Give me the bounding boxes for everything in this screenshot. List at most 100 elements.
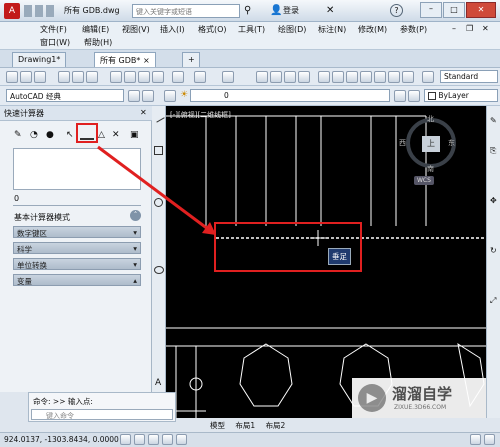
lightbulb-icon[interactable]: ☀ [180, 90, 188, 100]
menu-format[interactable]: 格式(O) [198, 24, 227, 35]
menu-modify[interactable]: 修改(M) [358, 24, 387, 35]
doc-minimize-icon[interactable]: – [452, 24, 456, 33]
layer-manager-icon[interactable] [164, 90, 176, 102]
distance-icon[interactable]: ↖ [66, 130, 74, 140]
preview-icon[interactable] [72, 71, 84, 83]
text-icon[interactable]: A [155, 378, 161, 388]
help-icon[interactable]: ? [390, 4, 403, 17]
compass-west[interactable]: 西 [399, 138, 406, 148]
tab-gdb[interactable]: 所有 GDB* × [94, 52, 156, 67]
menu-help[interactable]: 帮助(H) [84, 37, 112, 48]
menu-file[interactable]: 文件(F) [40, 24, 67, 35]
properties-icon[interactable] [318, 71, 330, 83]
layer-select[interactable]: 0 [190, 89, 390, 102]
menu-window[interactable]: 窗口(W) [40, 37, 70, 48]
snap-icon[interactable] [120, 434, 131, 445]
paint-icon[interactable] [172, 71, 184, 83]
circle-icon[interactable] [154, 198, 163, 207]
polar-icon[interactable] [162, 434, 173, 445]
menu-dimension[interactable]: 标注(N) [318, 24, 346, 35]
doc-close-icon[interactable]: ✕ [482, 24, 489, 33]
login-label[interactable]: 登录 [283, 5, 299, 16]
tab-layout2[interactable]: 布局2 [266, 421, 286, 430]
drawing-canvas[interactable]: [-][俯视][二维线框] 垂足 上 北 南 东 西 WCS ▶ 溜溜自学 ZI… [166, 106, 486, 418]
wcs-button[interactable]: WCS [414, 176, 434, 185]
scale-icon[interactable]: ⤢ [490, 296, 496, 306]
grid-icon[interactable] [134, 434, 145, 445]
redo-icon[interactable] [222, 71, 234, 83]
cut-icon[interactable] [110, 71, 122, 83]
open-icon[interactable] [20, 71, 32, 83]
minimize-button[interactable]: – [420, 2, 442, 18]
tool-palette-icon[interactable] [346, 71, 358, 83]
compass-north[interactable]: 北 [427, 114, 434, 124]
viewcube-face[interactable]: 上 [422, 136, 440, 152]
command-input[interactable]: 键入命令 [31, 409, 173, 420]
exchange-icon[interactable]: ✕ [326, 5, 334, 16]
move-icon[interactable]: ✥ [490, 196, 497, 205]
clean-screen-icon[interactable] [484, 434, 495, 445]
calculator-icon[interactable] [388, 71, 400, 83]
text-style-icon[interactable] [422, 71, 434, 83]
clear-icon[interactable]: ✎ [14, 130, 22, 140]
workspace-switch-icon[interactable] [470, 434, 481, 445]
new-icon[interactable] [6, 71, 18, 83]
menu-insert[interactable]: 插入(I) [160, 24, 185, 35]
rectangle-icon[interactable] [154, 146, 163, 155]
new-tab-button[interactable]: + [182, 52, 200, 67]
osnap-icon[interactable] [176, 434, 187, 445]
close-button[interactable]: ✕ [466, 2, 496, 18]
doc-restore-icon[interactable]: ❐ [466, 24, 473, 33]
undo-icon[interactable] [194, 71, 206, 83]
compass-east[interactable]: 东 [448, 138, 455, 148]
match-icon[interactable] [152, 71, 164, 83]
section-variables[interactable]: 变量 ▴ [13, 274, 141, 286]
pan-icon[interactable] [256, 71, 268, 83]
quick-access-icons[interactable] [24, 5, 56, 17]
autocad-logo-icon[interactable]: A [4, 3, 20, 19]
rotate-icon[interactable]: ↻ [490, 246, 497, 255]
zoom-prev-icon[interactable] [298, 71, 310, 83]
style-select[interactable]: Standard [440, 70, 498, 83]
palette-close-icon[interactable]: ✕ [140, 108, 147, 117]
tab-drawing1[interactable]: Drawing1* [12, 52, 67, 67]
print-icon[interactable] [58, 71, 70, 83]
section-units[interactable]: 单位转换 ▾ [13, 258, 141, 270]
zoom-icon[interactable] [270, 71, 282, 83]
line-icon[interactable] [152, 110, 165, 123]
collapse-icon[interactable]: ˄ [130, 210, 141, 221]
layer-previous-icon[interactable] [408, 90, 420, 102]
sheet-set-icon[interactable] [360, 71, 372, 83]
workspace-icon[interactable] [142, 90, 154, 102]
workspace-select[interactable]: AutoCAD 经典 [6, 89, 124, 102]
menu-draw[interactable]: 绘图(D) [278, 24, 306, 35]
menu-parametric[interactable]: 参数(P) [400, 24, 427, 35]
history-icon[interactable]: ◔ [30, 130, 38, 140]
copy-object-icon[interactable]: ⎘ [490, 146, 496, 156]
publish-icon[interactable] [86, 71, 98, 83]
tab-model[interactable]: 模型 [210, 421, 225, 430]
menu-view[interactable]: 视图(V) [122, 24, 150, 35]
markup-icon[interactable] [374, 71, 386, 83]
section-scientific[interactable]: 科学 ▾ [13, 242, 141, 254]
get-coordinates-icon[interactable]: ● [46, 130, 54, 140]
save-icon[interactable] [34, 71, 46, 83]
zoom-window-icon[interactable] [284, 71, 296, 83]
user-icon[interactable]: 👤 [270, 5, 282, 17]
tab-layout1[interactable]: 布局1 [235, 421, 255, 430]
erase-icon[interactable]: ✎ [490, 116, 497, 125]
help-icon[interactable] [402, 71, 414, 83]
make-current-icon[interactable] [394, 90, 406, 102]
close-icon[interactable]: × [143, 56, 150, 65]
menu-edit[interactable]: 编辑(E) [82, 24, 109, 35]
angle-icon[interactable]: △ [98, 130, 105, 140]
section-numpad[interactable]: 数字键区 ▾ [13, 226, 141, 238]
color-select[interactable]: ByLayer [424, 89, 498, 102]
ellipse-icon[interactable] [154, 266, 164, 274]
copy-icon[interactable] [124, 71, 136, 83]
intersection-icon[interactable]: ✕ [112, 130, 120, 140]
maximize-button[interactable]: □ [443, 2, 465, 18]
ortho-icon[interactable] [148, 434, 159, 445]
compass-south[interactable]: 南 [427, 164, 434, 174]
menu-tools[interactable]: 工具(T) [238, 24, 265, 35]
